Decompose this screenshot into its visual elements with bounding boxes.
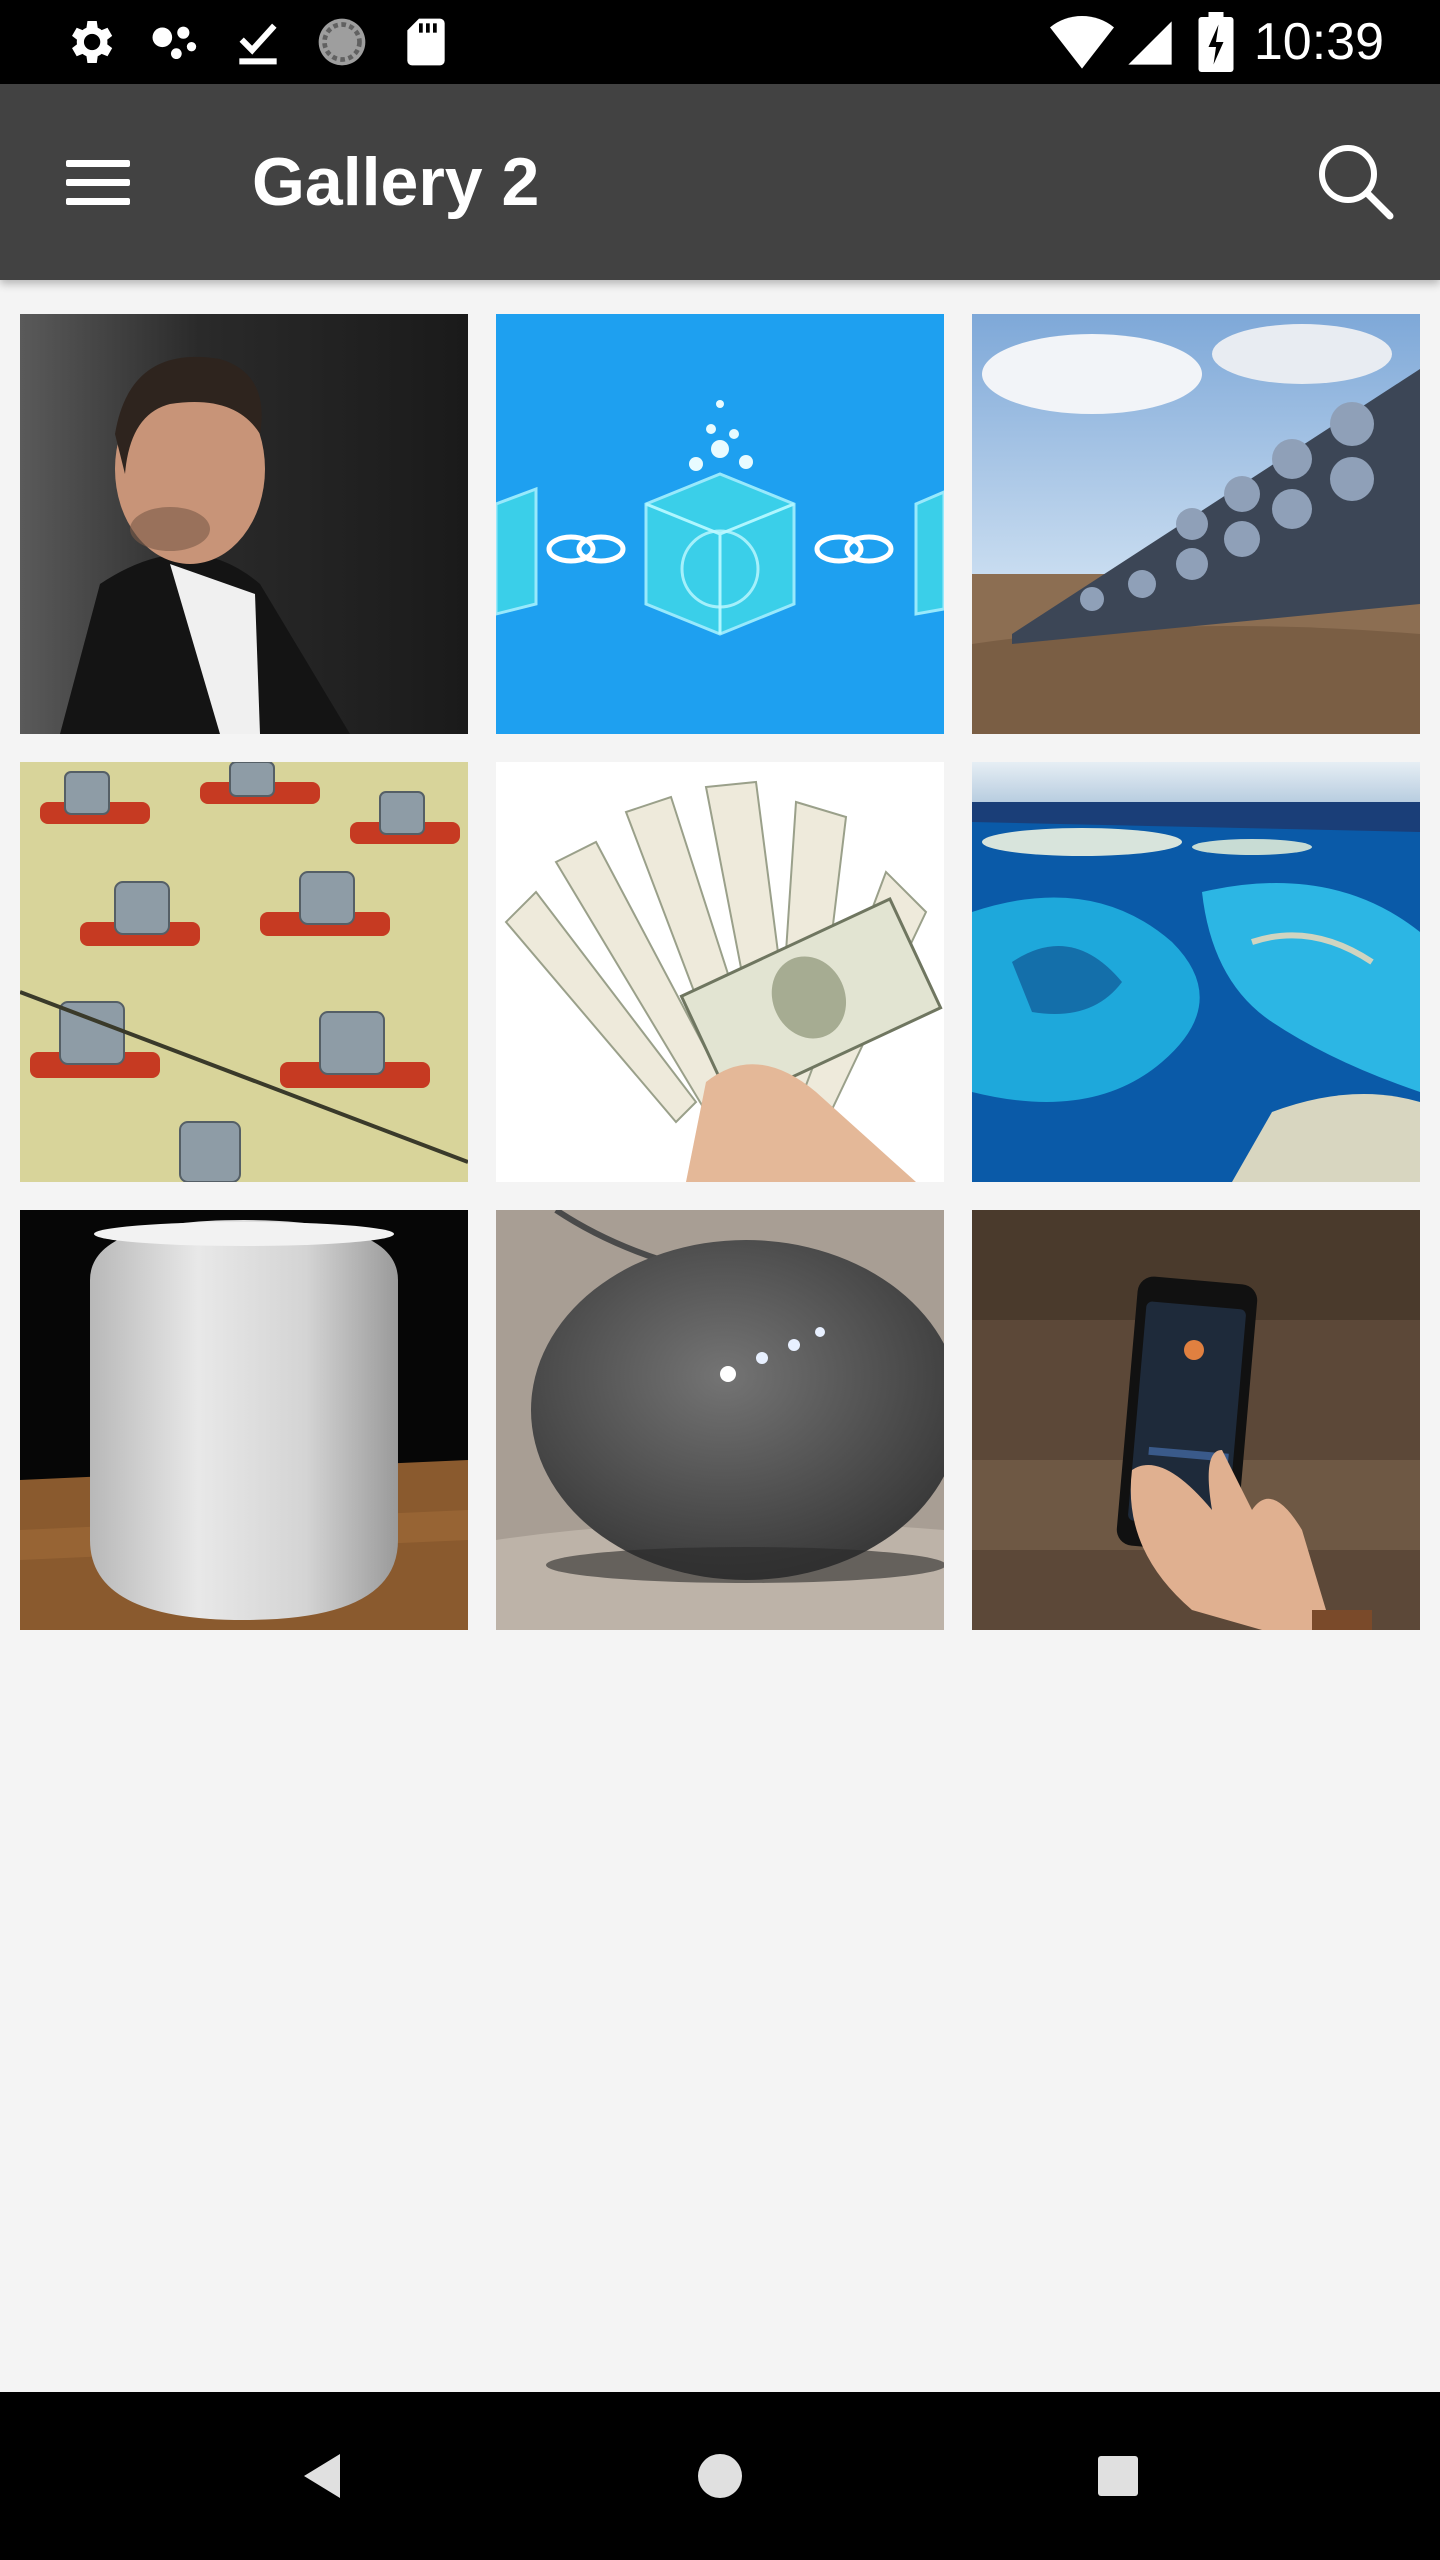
settings-gear-icon: [72, 21, 113, 63]
gallery-item-money[interactable]: [496, 762, 944, 1182]
photo-battery-array-image: [20, 762, 468, 1182]
gallery-item-battery-array[interactable]: [20, 762, 468, 1182]
download-done-icon: [239, 23, 277, 65]
battery-charging-icon: [1198, 12, 1234, 72]
home-icon[interactable]: [670, 2426, 770, 2526]
photo-grey-speaker-image: [496, 1210, 944, 1630]
gallery-item-smartphone[interactable]: [972, 1210, 1420, 1630]
search-icon: [1319, 145, 1394, 220]
gallery-item-white-speaker[interactable]: [20, 1210, 468, 1630]
recents-icon[interactable]: [1068, 2426, 1168, 2526]
photo-blockchain-image: [496, 314, 944, 734]
assistant-dots-icon: [152, 26, 197, 60]
menu-button[interactable]: [46, 130, 150, 234]
photo-coral-reef-image: [972, 762, 1420, 1182]
page-title: Gallery 2: [252, 144, 540, 220]
back-icon[interactable]: [272, 2426, 372, 2526]
status-bar: 10:39: [0, 0, 1440, 84]
photo-white-speaker-image: [20, 1210, 468, 1630]
cell-signal-icon: [1128, 21, 1172, 65]
gallery-item-fan-wall[interactable]: [972, 314, 1420, 734]
wifi-icon: [1050, 15, 1114, 69]
sd-card-icon: [407, 18, 445, 66]
photo-smartphone-image: [972, 1210, 1420, 1630]
gallery-item-blockchain[interactable]: [496, 314, 944, 734]
photo-fan-wall-image: [972, 314, 1420, 734]
photo-portrait-image: [20, 314, 468, 734]
app-bar: Gallery 2: [0, 84, 1440, 280]
search-button[interactable]: [1302, 128, 1410, 236]
gallery-item-coral-reef[interactable]: [972, 762, 1420, 1182]
sync-circle-icon: [318, 18, 366, 66]
photo-money-image: [496, 762, 944, 1182]
status-time: 10:39: [1253, 13, 1384, 71]
gallery-item-man-portrait[interactable]: [20, 314, 468, 734]
navigation-bar: [0, 2392, 1440, 2560]
gallery-item-grey-speaker[interactable]: [496, 1210, 944, 1630]
